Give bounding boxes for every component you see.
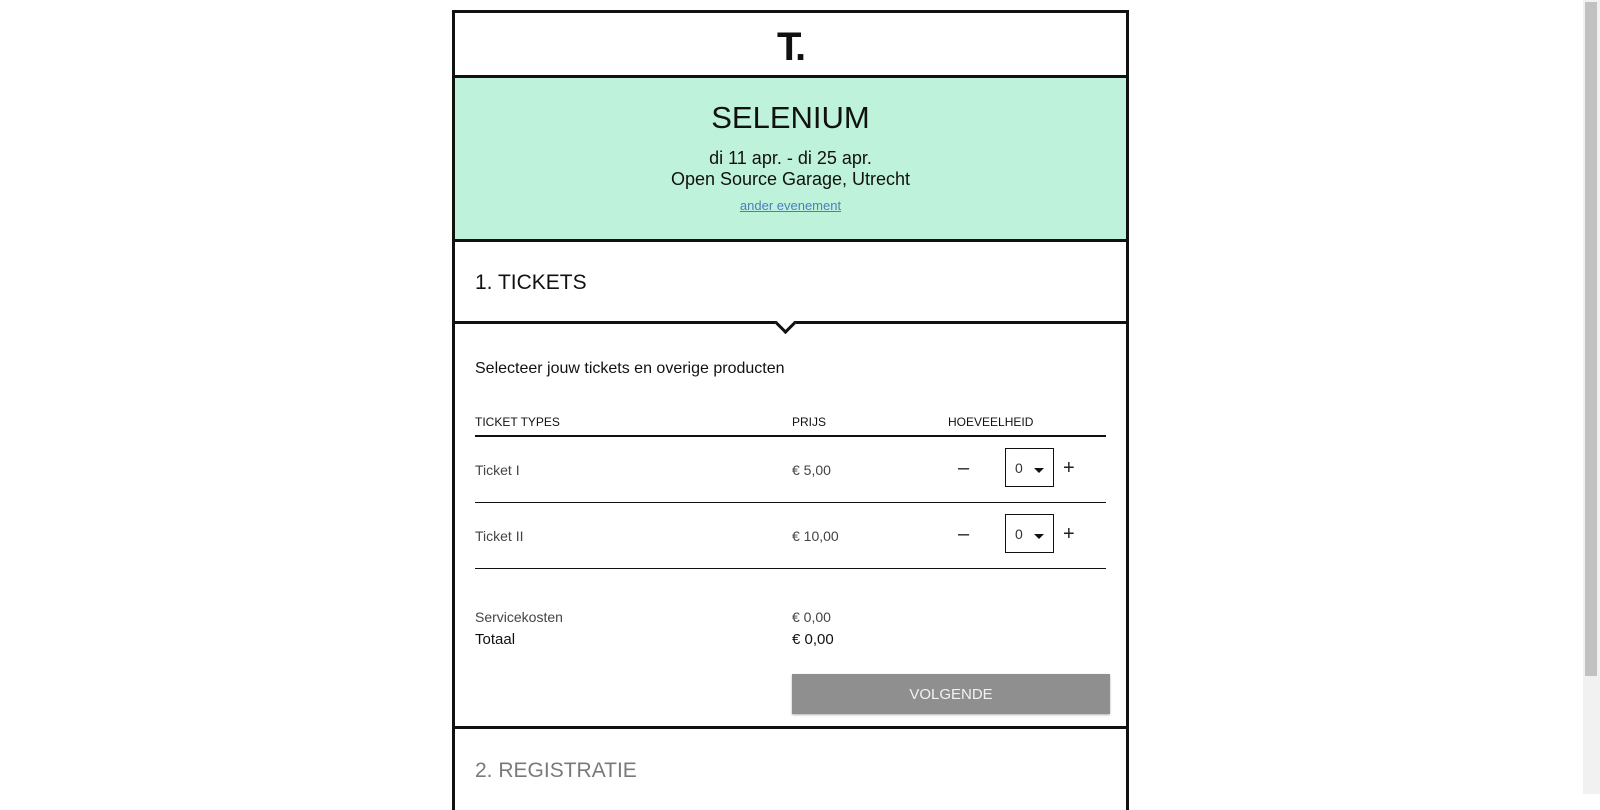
service-fee-value: € 0,00 [792, 609, 831, 625]
quantity-value: 0 [1015, 460, 1023, 476]
chevron-down-icon [1034, 534, 1044, 539]
event-banner: SELENIUM di 11 apr. - di 25 apr. Open So… [455, 78, 1126, 242]
increase-quantity-button[interactable]: + [1063, 457, 1075, 480]
step-registration-header[interactable]: 2. REGISTRATIE [455, 729, 1126, 783]
ticket-name: Ticket II [475, 528, 524, 544]
quantity-value: 0 [1015, 526, 1023, 542]
table-row: Ticket II € 10,00 – 0 + [475, 503, 1106, 569]
step-registration-title: 2. REGISTRATIE [475, 759, 637, 782]
scrollbar-thumb[interactable] [1585, 2, 1597, 676]
ticket-shop-frame: T. SELENIUM di 11 apr. - di 25 apr. Open… [452, 10, 1129, 810]
quantity-select[interactable]: 0 [1005, 514, 1054, 553]
chevron-down-icon [1034, 468, 1044, 473]
increase-quantity-button[interactable]: + [1063, 523, 1075, 546]
table-row: Ticket I € 5,00 – 0 + [475, 437, 1106, 503]
total-value: € 0,00 [792, 631, 834, 648]
decrease-quantity-button[interactable]: – [958, 523, 969, 546]
step-tickets-header[interactable]: 1. TICKETS [455, 242, 1126, 335]
order-summary: Servicekosten € 0,00 Totaal € 0,00 [475, 609, 1106, 659]
total-label: Totaal [475, 631, 516, 648]
tickets-table-header: TICKET TYPES PRIJS HOEVEELHEID [475, 411, 1106, 437]
ticket-price: € 10,00 [792, 528, 839, 544]
service-fee-label: Servicekosten [475, 609, 563, 625]
event-dates: di 11 apr. - di 25 apr. [709, 148, 872, 168]
event-title: SELENIUM [711, 100, 870, 135]
column-ticket-types: TICKET TYPES [475, 415, 560, 429]
page-scrollbar[interactable] [1583, 0, 1600, 794]
other-event-link[interactable]: ander evenement [740, 198, 841, 213]
next-button[interactable]: VOLGENDE [792, 674, 1110, 714]
step-tickets-title: 1. TICKETS [475, 271, 587, 294]
ticket-price: € 5,00 [792, 462, 831, 478]
decrease-quantity-button[interactable]: – [958, 457, 969, 480]
quantity-select[interactable]: 0 [1005, 448, 1054, 487]
event-venue: Open Source Garage, Utrecht [670, 169, 911, 189]
column-price: PRIJS [792, 415, 827, 429]
tickets-intro: Selecteer jouw tickets en overige produc… [475, 360, 785, 377]
ticket-name: Ticket I [475, 462, 520, 478]
column-quantity: HOEVEELHEID [948, 415, 1034, 429]
tickets-panel: Selecteer jouw tickets en overige produc… [455, 324, 1126, 729]
logo: T. [776, 24, 806, 69]
header-bar: T. [455, 13, 1126, 78]
